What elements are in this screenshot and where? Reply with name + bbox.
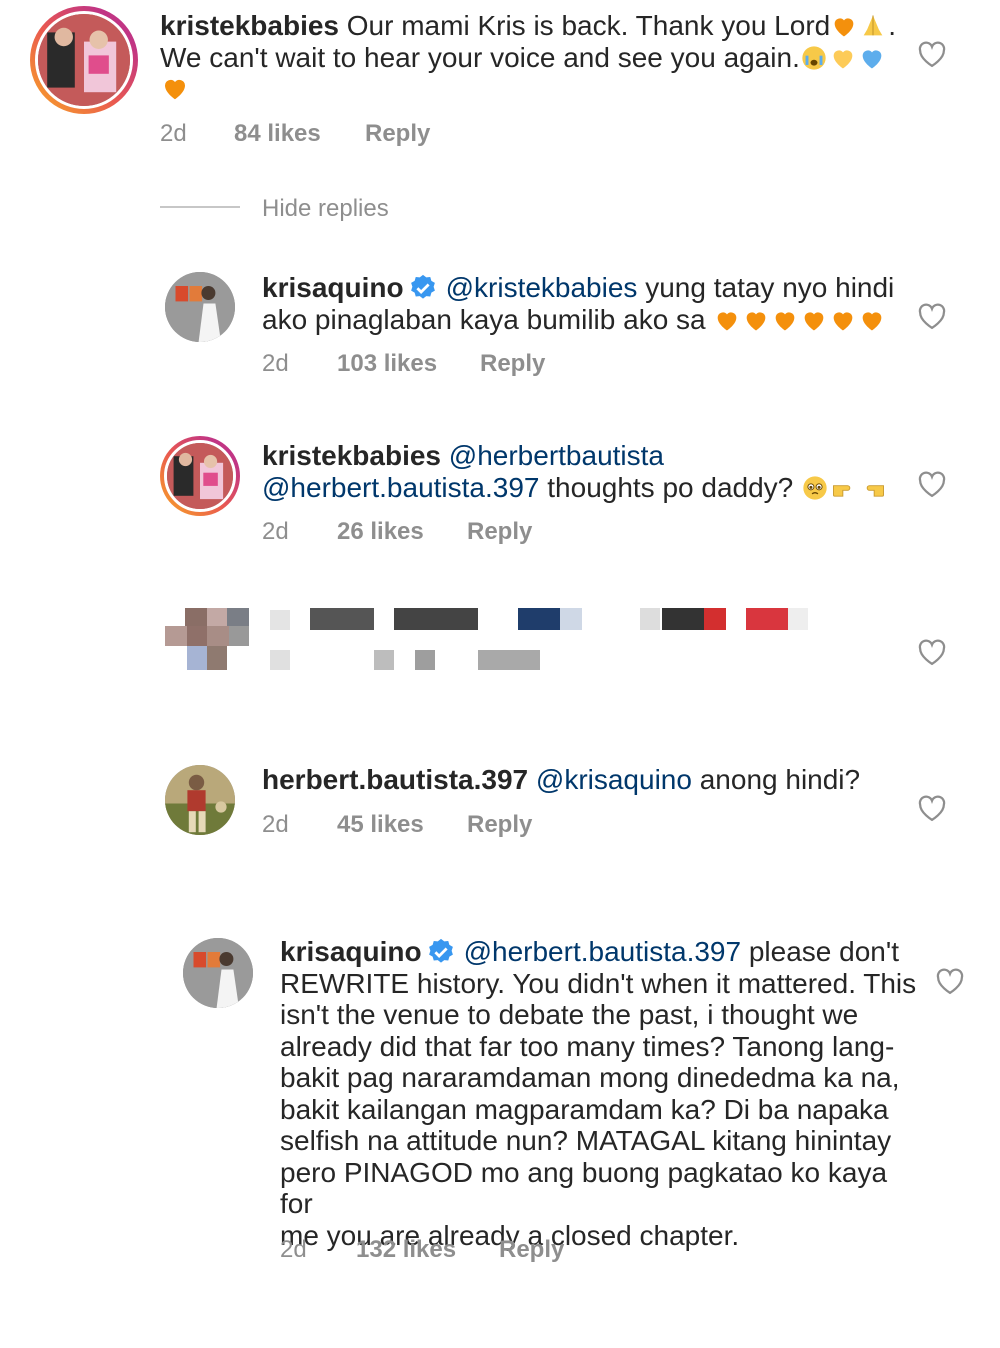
- comment-meta: 2d 84 likes Reply: [160, 120, 560, 150]
- mention-link[interactable]: @herbert.bautista.397: [464, 936, 741, 967]
- timestamp: 2d: [262, 518, 289, 545]
- likes-count[interactable]: 103 likes: [337, 350, 437, 378]
- pixelated-comment: [160, 600, 820, 680]
- profile-photo-icon: [165, 765, 235, 835]
- crying-face-icon: [800, 44, 828, 72]
- profile-photo-icon: [164, 440, 236, 512]
- mention-link[interactable]: @herbert.bautista.397: [262, 472, 539, 503]
- hide-replies-label[interactable]: Hide replies: [262, 195, 389, 223]
- reply-button[interactable]: Reply: [365, 120, 430, 148]
- comment-body: Our mami Kris is back. Thank you Lord: [346, 10, 831, 41]
- avatar[interactable]: [165, 272, 235, 342]
- username[interactable]: herbert.bautista.397: [262, 764, 528, 795]
- pointing-right-icon: [830, 474, 858, 502]
- avatar[interactable]: [160, 436, 240, 516]
- orange-heart-icon: [771, 306, 799, 334]
- profile-photo-icon: [35, 11, 133, 109]
- comment-body-line2: We can't wait to hear your voice and see…: [160, 41, 800, 73]
- heart-outline-icon[interactable]: [935, 967, 965, 995]
- heart-outline-icon[interactable]: [917, 302, 947, 330]
- comment-meta: 2d 45 likes Reply: [262, 811, 662, 841]
- comment-meta: 2d 132 likes Reply: [280, 1236, 680, 1266]
- mention-link[interactable]: @herbertbautista: [449, 440, 664, 471]
- heart-outline-icon[interactable]: [917, 638, 947, 666]
- comment-meta: 2d 26 likes Reply: [262, 518, 662, 548]
- pleading-face-icon: [801, 474, 829, 502]
- orange-heart-icon: [713, 306, 741, 334]
- orange-heart-icon: [830, 12, 858, 40]
- comment-text: herbert.bautista.397 @krisaquino anong h…: [262, 764, 861, 795]
- profile-photo-icon: [165, 272, 235, 342]
- heart-outline-icon[interactable]: [917, 794, 947, 822]
- mention-link[interactable]: @krisaquino: [536, 764, 692, 795]
- praying-hands-icon: [859, 12, 887, 40]
- comment-text: kristekbabies Our mami Kris is back. Tha…: [160, 10, 900, 105]
- likes-count[interactable]: 26 likes: [337, 518, 424, 546]
- verified-badge-icon: [426, 937, 456, 967]
- username[interactable]: krisaquino: [262, 272, 404, 303]
- orange-heart-icon: [858, 306, 886, 334]
- reply-button[interactable]: Reply: [499, 1236, 564, 1264]
- comment-text: krisaquino @kristekbabies yung tatay nyo …: [262, 272, 895, 335]
- profile-photo-icon: [183, 938, 253, 1008]
- heart-outline-icon[interactable]: [917, 470, 947, 498]
- username[interactable]: krisaquino: [280, 936, 422, 967]
- orange-heart-icon: [742, 306, 770, 334]
- blue-heart-icon: [858, 44, 886, 72]
- timestamp: 2d: [262, 350, 289, 377]
- reply-button[interactable]: Reply: [467, 811, 532, 839]
- verified-badge-icon: [408, 273, 438, 303]
- orange-heart-icon: [160, 73, 190, 103]
- avatar[interactable]: [30, 6, 138, 114]
- avatar[interactable]: [165, 765, 235, 835]
- heart-outline-icon[interactable]: [917, 40, 947, 68]
- comment-text: kristekbabies @herbertbautista @herbert.…: [262, 440, 902, 503]
- yellow-heart-icon: [829, 44, 857, 72]
- comment-text: krisaquino @herbert.bautista.397 please d…: [280, 936, 917, 1251]
- timestamp: 2d: [160, 120, 187, 147]
- likes-count[interactable]: 45 likes: [337, 811, 424, 839]
- orange-heart-icon: [800, 306, 828, 334]
- username[interactable]: kristekbabies: [160, 10, 339, 41]
- comment-meta: 2d 103 likes Reply: [262, 350, 662, 380]
- likes-count[interactable]: 84 likes: [234, 120, 321, 148]
- username[interactable]: kristekbabies: [262, 440, 441, 471]
- timestamp: 2d: [262, 811, 289, 838]
- likes-count[interactable]: 132 likes: [356, 1236, 456, 1264]
- pointing-left-icon: [859, 474, 887, 502]
- orange-heart-icon: [829, 306, 857, 334]
- reply-button[interactable]: Reply: [480, 350, 545, 378]
- mention-link[interactable]: @kristekbabies: [446, 272, 638, 303]
- divider: [160, 206, 240, 208]
- reply-button[interactable]: Reply: [467, 518, 532, 546]
- avatar[interactable]: [183, 938, 253, 1008]
- timestamp: 2d: [280, 1236, 307, 1263]
